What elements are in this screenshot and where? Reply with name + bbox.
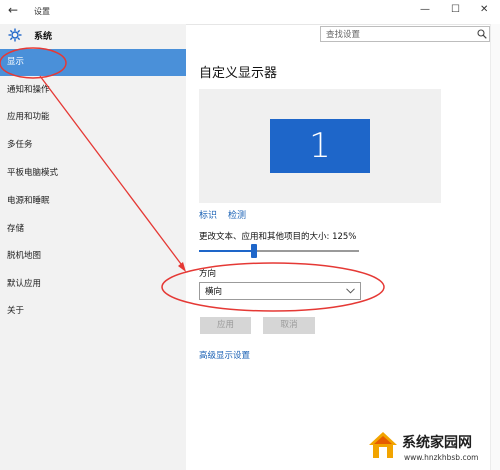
annotation-circle-display bbox=[0, 47, 67, 79]
watermark-brand: 系统家园网 bbox=[402, 435, 472, 451]
annotation-circle-orientation bbox=[161, 262, 385, 312]
watermark-url: www.hnzkhbsb.com bbox=[404, 453, 479, 462]
house-logo-icon bbox=[368, 430, 398, 463]
annotation-arrow-line bbox=[39, 75, 185, 269]
annotation-overlay bbox=[0, 47, 385, 312]
watermark: 系统家园网 www.hnzkhbsb.com bbox=[368, 424, 500, 470]
annotation-arrowhead bbox=[178, 262, 186, 272]
